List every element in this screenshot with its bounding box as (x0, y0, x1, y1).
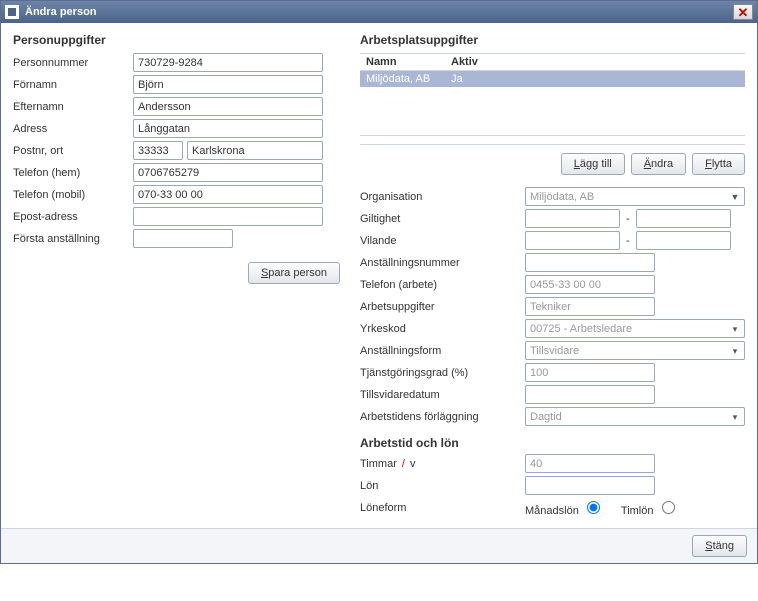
andra-button[interactable]: Ändra (631, 153, 686, 175)
arbetstidens-forlaggning-label: Arbetstidens förläggning (360, 411, 525, 423)
grid-row[interactable]: Miljödata, AB Ja (360, 71, 745, 87)
footer: Stäng (1, 528, 757, 563)
adress-label: Adress (13, 123, 133, 135)
organisation-label: Organisation (360, 191, 525, 203)
forsta-anstallning-label: Första anställning (13, 233, 133, 245)
titlebar: Ändra person ✕ (1, 1, 757, 23)
efternamn-input[interactable] (133, 97, 323, 116)
telefon-arbete-input[interactable] (525, 275, 655, 294)
postnr-input[interactable] (133, 141, 183, 160)
organisation-combo[interactable]: Miljödata, AB ▼ (525, 187, 745, 206)
arbetstidens-forlaggning-combo[interactable]: Dagtid ▾ (525, 407, 745, 426)
giltighet-label: Giltighet (360, 213, 525, 225)
anstallningsnummer-input[interactable] (525, 253, 655, 272)
tillsvidaredatum-input[interactable] (525, 385, 655, 404)
manadslon-radio[interactable] (587, 501, 600, 514)
timmar-label: Timmar / v (360, 458, 525, 470)
tillsvidaredatum-label: Tillsvidaredatum (360, 389, 525, 401)
lon-label: Lön (360, 480, 525, 492)
lon-input[interactable] (525, 476, 655, 495)
giltighet-from-input[interactable] (525, 209, 620, 228)
arbetsuppgifter-input[interactable] (525, 297, 655, 316)
chevron-down-icon: ▾ (728, 410, 742, 424)
arbetsuppgifter-label: Arbetsuppgifter (360, 301, 525, 313)
ort-input[interactable] (187, 141, 323, 160)
forsta-anstallning-input[interactable] (133, 229, 233, 248)
personuppgifter-header: Personuppgifter (13, 33, 340, 47)
dash-separator: - (626, 235, 630, 247)
personnummer-label: Personnummer (13, 57, 133, 69)
grid-cell-namn: Miljödata, AB (360, 71, 445, 87)
yrkeskod-label: Yrkeskod (360, 323, 525, 335)
grid-col-aktiv: Aktiv (445, 54, 745, 70)
grid-header: Namn Aktiv (360, 54, 745, 71)
tjanstgoringsgrad-label: Tjänstgöringsgrad (%) (360, 367, 525, 379)
anstallningsform-combo[interactable]: Tillsvidare ▾ (525, 341, 745, 360)
flytta-button[interactable]: Flytta (692, 153, 745, 175)
telefon-mobil-label: Telefon (mobil) (13, 189, 133, 201)
telefon-hem-label: Telefon (hem) (13, 167, 133, 179)
fornamn-label: Förnamn (13, 79, 133, 91)
adress-input[interactable] (133, 119, 323, 138)
epost-input[interactable] (133, 207, 323, 226)
vilande-label: Vilande (360, 235, 525, 247)
grid-cell-aktiv: Ja (445, 71, 745, 87)
window-title: Ändra person (25, 6, 97, 18)
telefon-hem-input[interactable] (133, 163, 323, 182)
grid-col-namn: Namn (360, 54, 445, 70)
right-column: Arbetsplatsuppgifter Namn Aktiv Miljödat… (360, 33, 745, 520)
vilande-to-input[interactable] (636, 231, 731, 250)
window-icon (5, 5, 19, 19)
chevron-down-icon: ▾ (728, 322, 742, 336)
grid-body: Miljödata, AB Ja (360, 71, 745, 135)
loneform-label: Löneform (360, 502, 525, 514)
left-column: Personuppgifter Personnummer Förnamn Eft… (13, 33, 340, 520)
efternamn-label: Efternamn (13, 101, 133, 113)
lagg-till-button[interactable]: Lägg till (561, 153, 625, 175)
content: Personuppgifter Personnummer Förnamn Eft… (1, 23, 757, 528)
arbetstid-lon-header: Arbetstid och lön (360, 436, 745, 450)
tjanstgoringsgrad-input[interactable] (525, 363, 655, 382)
anstallningsnummer-label: Anställningsnummer (360, 257, 525, 269)
dash-separator: - (626, 213, 630, 225)
epost-label: Epost-adress (13, 211, 133, 223)
telefon-arbete-label: Telefon (arbete) (360, 279, 525, 291)
close-icon[interactable]: ✕ (733, 4, 753, 20)
chevron-down-icon: ▾ (728, 344, 742, 358)
giltighet-to-input[interactable] (636, 209, 731, 228)
personnummer-input[interactable] (133, 53, 323, 72)
manadslon-label: Månadslön (525, 505, 579, 517)
workplace-grid[interactable]: Namn Aktiv Miljödata, AB Ja (360, 53, 745, 136)
timmar-input[interactable] (525, 454, 655, 473)
divider (360, 144, 745, 145)
window: Ändra person ✕ Personuppgifter Personnum… (0, 0, 758, 564)
arbetsplatsuppgifter-header: Arbetsplatsuppgifter (360, 33, 745, 47)
anstallningsform-label: Anställningsform (360, 345, 525, 357)
telefon-mobil-input[interactable] (133, 185, 323, 204)
vilande-from-input[interactable] (525, 231, 620, 250)
spara-person-button[interactable]: Spara person (248, 262, 340, 284)
yrkeskod-combo[interactable]: 00725 - Arbetsledare ▾ (525, 319, 745, 338)
timlon-label: Timlön (621, 505, 654, 517)
stang-button[interactable]: Stäng (692, 535, 747, 557)
postnr-label: Postnr, ort (13, 145, 133, 157)
chevron-down-icon: ▼ (728, 190, 742, 204)
fornamn-input[interactable] (133, 75, 323, 94)
timlon-radio[interactable] (662, 501, 675, 514)
